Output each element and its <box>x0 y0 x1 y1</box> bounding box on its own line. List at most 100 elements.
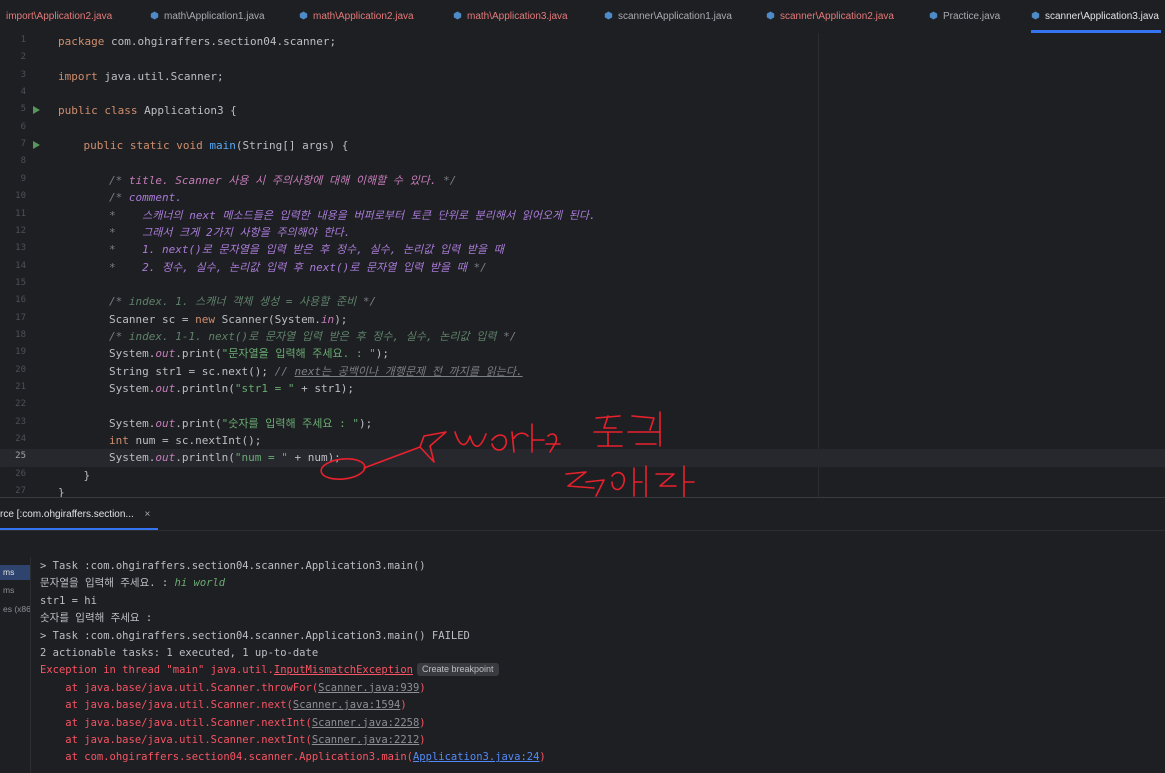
line-number[interactable]: 7 <box>0 139 26 149</box>
line-number[interactable]: 5 <box>0 104 26 114</box>
tab-label: import\Application2.java <box>6 11 113 22</box>
code-line[interactable]: 21 System.out.println("str1 = " + str1); <box>0 380 1165 397</box>
line-number[interactable]: 2 <box>0 52 26 62</box>
line-number[interactable]: 1 <box>0 35 26 45</box>
console-line: at java.base/java.util.Scanner.throwFor(… <box>40 680 425 697</box>
code-token: /* <box>109 191 129 205</box>
run-gutter-icon[interactable] <box>31 105 41 115</box>
code-line[interactable]: 14 * 2. 정수, 실수, 논리값 입력 후 next()로 문자열 입력 받… <box>0 259 1165 276</box>
line-number[interactable]: 15 <box>0 278 26 288</box>
code-line[interactable]: 27} <box>0 484 1165 497</box>
line-number[interactable]: 25 <box>0 451 26 461</box>
line-number[interactable]: 4 <box>0 87 26 97</box>
code-line[interactable]: 1 package com.ohgiraffers.section04.scann… <box>0 33 1165 50</box>
run-tree-item[interactable]: ms <box>0 565 30 580</box>
code-line[interactable]: 9 /* title. Scanner 사용 시 주의사항에 대해 이해할 수 있… <box>0 172 1165 189</box>
run-tree-item[interactable]: ms <box>0 583 14 598</box>
code-line[interactable]: 11 * 스캐너의 next 메소드들은 입력한 내용을 버퍼로부터 토큰 단위로… <box>0 207 1165 224</box>
stacktrace-link[interactable]: Scanner.java:939 <box>318 682 419 694</box>
line-number[interactable]: 19 <box>0 347 26 357</box>
line-number[interactable]: 26 <box>0 469 26 479</box>
stacktrace-link[interactable]: Scanner.java:2212 <box>312 734 419 746</box>
code-text: import java.util.Scanner; <box>58 68 224 85</box>
run-tree-item[interactable]: es (x86 <box>0 602 30 617</box>
line-number[interactable]: 8 <box>0 156 26 166</box>
code-line[interactable]: 15 <box>0 276 1165 293</box>
code-token: * <box>109 208 143 222</box>
code-line[interactable]: 24 int num = sc.nextInt(); <box>0 432 1165 449</box>
console-line: at com.ohgiraffers.section04.scanner.App… <box>40 749 545 766</box>
code-token: comment. <box>128 191 182 205</box>
line-number[interactable]: 22 <box>0 399 26 409</box>
code-token: import <box>58 69 105 83</box>
exception-class-link[interactable]: InputMismatchException <box>274 664 413 676</box>
code-line[interactable]: 22 <box>0 397 1165 414</box>
run-tab[interactable]: rce [:com.ohgiraffers.section... × <box>0 498 159 530</box>
tab-2[interactable]: math\Application2.java <box>299 0 414 33</box>
tab-0[interactable]: import\Application2.java <box>6 0 112 33</box>
code-text: public static void main(String[] args) { <box>84 137 349 154</box>
code-line[interactable]: 4 <box>0 85 1165 102</box>
run-gutter-icon[interactable] <box>31 140 41 150</box>
line-number[interactable]: 13 <box>0 243 26 253</box>
line-number[interactable]: 9 <box>0 174 26 184</box>
code-line[interactable]: 25 System.out.println("num = " + num); <box>0 449 1165 467</box>
code-token: num = sc.nextInt(); <box>135 434 262 448</box>
console-output[interactable]: > Task :com.ohgiraffers.section04.scanne… <box>31 557 1165 773</box>
stacktrace-link[interactable]: Scanner.java:1594 <box>293 699 400 711</box>
console-text: ) <box>419 716 426 729</box>
code-token: new <box>195 312 222 326</box>
code-line[interactable]: 2 <box>0 50 1165 67</box>
code-line[interactable]: 23 System.out.print("숫자를 입력해 주세요 : "); <box>0 415 1165 432</box>
line-number[interactable]: 10 <box>0 191 26 201</box>
line-number[interactable]: 11 <box>0 209 26 219</box>
run-tree-panel: ms ms es (x86 <box>0 557 31 773</box>
console-text: 숫자를 입력해 주세요 : <box>40 612 159 625</box>
code-text: } <box>84 467 91 484</box>
line-number[interactable]: 23 <box>0 417 26 427</box>
code-editor[interactable]: 1 package com.ohgiraffers.section04.scann… <box>0 33 1165 497</box>
code-token: */ <box>496 329 517 343</box>
java-class-icon <box>1031 11 1040 20</box>
code-line[interactable]: 10 /* comment. <box>0 189 1165 206</box>
code-line[interactable]: 18 /* index. 1-1. next()로 문자열 입력 받은 후 정수,… <box>0 328 1165 345</box>
code-line[interactable]: 7 public static void main(String[] args) … <box>0 137 1165 154</box>
code-line[interactable]: 8 <box>0 154 1165 171</box>
code-line[interactable]: 26} <box>0 467 1165 484</box>
code-token: 스캐너의 next 메소드들은 입력한 내용을 버퍼로부터 토큰 단위로 분리해… <box>142 208 596 222</box>
code-text: package com.ohgiraffers.section04.scanne… <box>58 33 336 50</box>
create-breakpoint-button[interactable]: Create breakpoint <box>416 663 499 677</box>
line-number[interactable]: 24 <box>0 434 26 444</box>
tab-6[interactable]: Practice.java <box>929 0 1000 33</box>
code-line[interactable]: 12 * 그래서 크게 2가지 사항을 주의해야 한다. <box>0 224 1165 241</box>
tab-5[interactable]: scanner\Application2.java <box>766 0 894 33</box>
code-token: public class <box>58 104 145 118</box>
line-number[interactable]: 6 <box>0 122 26 132</box>
code-line[interactable]: 13 * 1. next()로 문자열을 입력 받은 후 정수, 실수, 논리값 … <box>0 241 1165 258</box>
code-token: index. 1. 스캐너 객체 생성 = 사용할 준비 <box>128 295 357 309</box>
line-number[interactable]: 18 <box>0 330 26 340</box>
line-number[interactable]: 21 <box>0 382 26 392</box>
tab-1[interactable]: math\Application1.java <box>150 0 265 33</box>
code-line[interactable]: 6 <box>0 120 1165 137</box>
stacktrace-link[interactable]: Scanner.java:2258 <box>312 717 419 729</box>
line-number[interactable]: 27 <box>0 486 26 496</box>
code-line[interactable]: 5 public class Application3 { <box>0 102 1165 119</box>
line-number[interactable]: 20 <box>0 365 26 375</box>
tab-3[interactable]: math\Application3.java <box>453 0 568 33</box>
line-number[interactable]: 14 <box>0 261 26 271</box>
line-number[interactable]: 17 <box>0 313 26 323</box>
code-line[interactable]: 19 System.out.print("문자열을 입력해 주세요. : "); <box>0 345 1165 362</box>
code-line[interactable]: 20 String str1 = sc.next(); // next는 공백이나… <box>0 363 1165 380</box>
line-number[interactable]: 12 <box>0 226 26 236</box>
code-line[interactable]: 16 /* index. 1. 스캐너 객체 생성 = 사용할 준비 */ <box>0 293 1165 310</box>
tab-7[interactable]: scanner\Application3.java <box>1031 0 1161 33</box>
code-line[interactable]: 3 import java.util.Scanner; <box>0 68 1165 85</box>
stacktrace-source-link[interactable]: Application3.java:24 <box>413 751 539 763</box>
line-number[interactable]: 16 <box>0 295 26 305</box>
close-icon[interactable]: × <box>145 509 151 520</box>
line-number[interactable]: 3 <box>0 70 26 80</box>
code-token: .print( <box>175 347 222 361</box>
tab-4[interactable]: scanner\Application1.java <box>604 0 732 33</box>
code-line[interactable]: 17 Scanner sc = new Scanner(System.in); <box>0 311 1165 328</box>
